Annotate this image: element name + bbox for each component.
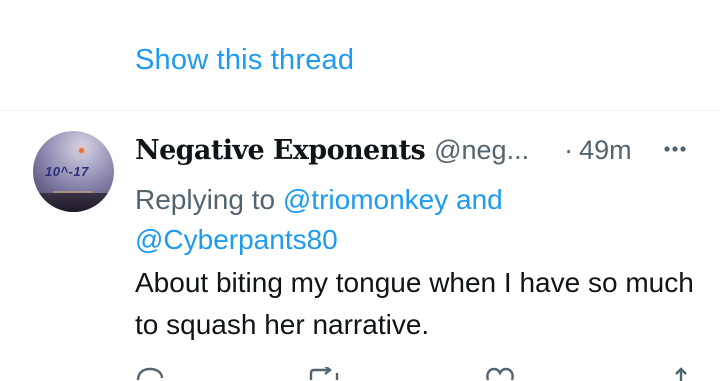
avatar[interactable]: 10^-17 (33, 131, 114, 212)
show-thread-link[interactable]: Show this thread (135, 44, 354, 77)
avatar-shore (33, 193, 114, 212)
display-name[interactable]: Negative Exponents (135, 135, 426, 166)
tweet-header: Negative Exponents @neg... · 49m (135, 135, 632, 169)
share-icon[interactable] (673, 367, 689, 381)
tweet-timestamp[interactable]: 49m (579, 135, 632, 166)
reply-mention-triomonkey[interactable]: @triomonkey (283, 184, 448, 215)
reply-mention-cyberpants80[interactable]: @Cyberpants80 (135, 224, 338, 255)
tweet-actions (135, 360, 695, 381)
replying-to-line-2: @Cyberpants80 (135, 221, 338, 259)
separator-dot: · (564, 135, 574, 165)
avatar-text: 10^-17 (45, 164, 89, 179)
reply-icon[interactable] (135, 367, 165, 381)
avatar-sun (79, 148, 84, 153)
replying-to-line: Replying to @triomonkey and (135, 181, 503, 219)
replying-prefix: Replying to (135, 184, 276, 215)
reply-connector[interactable]: and (456, 184, 503, 215)
like-icon[interactable] (485, 367, 515, 381)
tweet-text: About biting my tongue when I have so mu… (135, 267, 694, 340)
retweet-icon[interactable] (307, 367, 343, 381)
user-handle[interactable]: @neg... (434, 135, 529, 166)
divider (0, 110, 720, 111)
more-icon[interactable] (658, 137, 692, 161)
